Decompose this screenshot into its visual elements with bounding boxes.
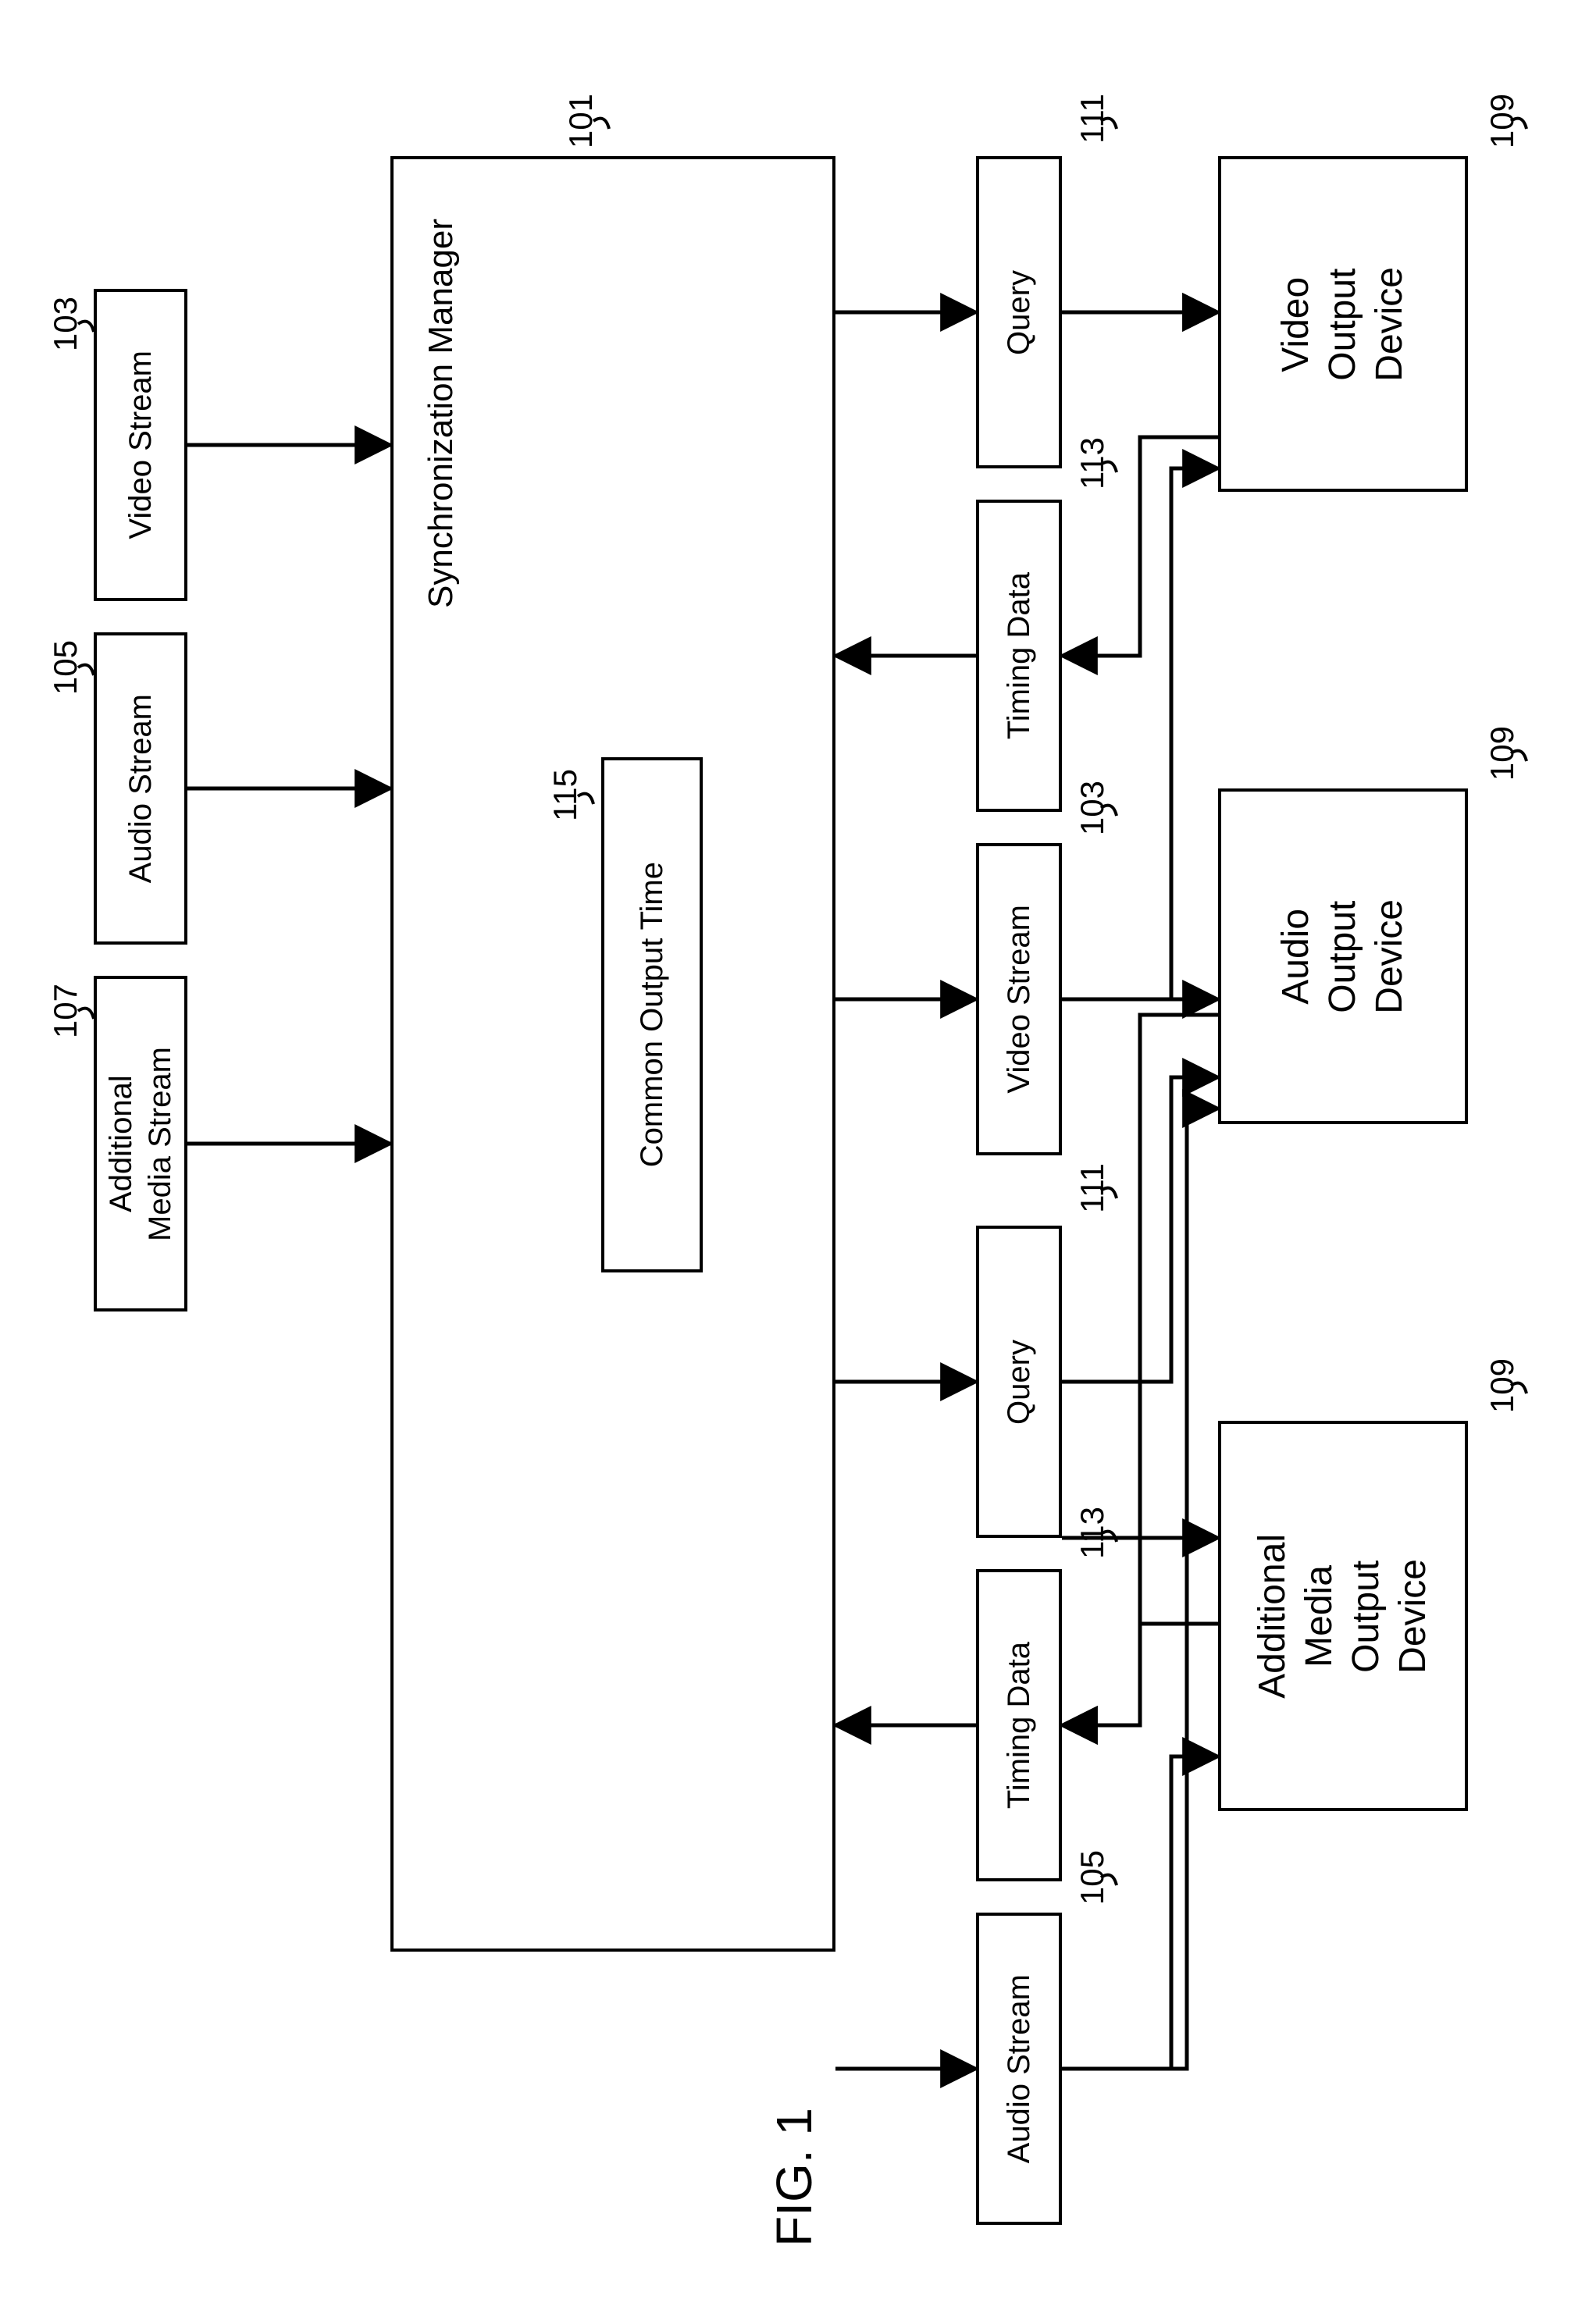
lane1-timing-box: Timing Data bbox=[976, 500, 1062, 812]
ref-input-audio: 105 bbox=[47, 640, 84, 695]
input-audio-box: Audio Stream bbox=[94, 632, 187, 945]
ref-lane1-device: 109 bbox=[1484, 94, 1521, 148]
input-audio-label: Audio Stream bbox=[121, 694, 160, 883]
ref-sync-manager: 101 bbox=[562, 94, 600, 148]
lane1-stream-label: Video Stream bbox=[999, 905, 1038, 1094]
diagram-canvas: Video Stream Audio Stream Additional Med… bbox=[0, 0, 1571, 2324]
lane2-device-box: Audio Output Device bbox=[1218, 788, 1468, 1124]
lane1-device-label: Video Output Device bbox=[1273, 267, 1413, 382]
ref-lane1-query: 111 bbox=[1074, 94, 1111, 144]
ref-input-additional: 107 bbox=[47, 984, 84, 1038]
sync-manager-title: Synchronization Manager bbox=[422, 219, 461, 608]
input-additional-box: Additional Media Stream bbox=[94, 976, 187, 1311]
lane3-device-label: Additional Media Output Device bbox=[1249, 1534, 1437, 1699]
lane2-timing-box: Timing Data bbox=[976, 1569, 1062, 1881]
ref-lane2-query: 111 bbox=[1074, 1163, 1111, 1213]
lane2-query-box: Query bbox=[976, 1226, 1062, 1538]
lane1-query-label: Query bbox=[999, 270, 1038, 355]
ref-lane1-stream: 103 bbox=[1074, 781, 1111, 835]
ref-lane2-timing: 113 bbox=[1074, 1507, 1111, 1559]
lane1-device-box: Video Output Device bbox=[1218, 156, 1468, 492]
lane2-stream-box: Audio Stream bbox=[976, 1913, 1062, 2225]
input-video-box: Video Stream bbox=[94, 289, 187, 601]
figure-label: FIG. 1 bbox=[765, 2108, 823, 2247]
lane3-device-box: Additional Media Output Device bbox=[1218, 1421, 1468, 1811]
input-video-label: Video Stream bbox=[121, 351, 160, 539]
lane1-query-box: Query bbox=[976, 156, 1062, 468]
lane1-stream-box: Video Stream bbox=[976, 843, 1062, 1155]
lane2-stream-label: Audio Stream bbox=[999, 1974, 1038, 2163]
ref-lane1-timing: 113 bbox=[1074, 437, 1111, 489]
ref-lane2-stream: 105 bbox=[1074, 1850, 1111, 1905]
input-additional-label: Additional Media Stream bbox=[102, 1047, 180, 1241]
ref-lane3-device: 109 bbox=[1484, 1358, 1521, 1413]
lane2-timing-label: Timing Data bbox=[999, 1642, 1038, 1809]
ref-lane2-device: 109 bbox=[1484, 726, 1521, 781]
common-output-time-box: Common Output Time bbox=[601, 757, 703, 1272]
ref-input-video: 103 bbox=[47, 297, 84, 351]
lane2-device-label: Audio Output Device bbox=[1273, 899, 1413, 1014]
ref-common-output: 115 bbox=[547, 769, 584, 821]
common-output-time-label: Common Output Time bbox=[632, 862, 672, 1167]
lane2-query-label: Query bbox=[999, 1340, 1038, 1425]
lane1-timing-label: Timing Data bbox=[999, 572, 1038, 739]
